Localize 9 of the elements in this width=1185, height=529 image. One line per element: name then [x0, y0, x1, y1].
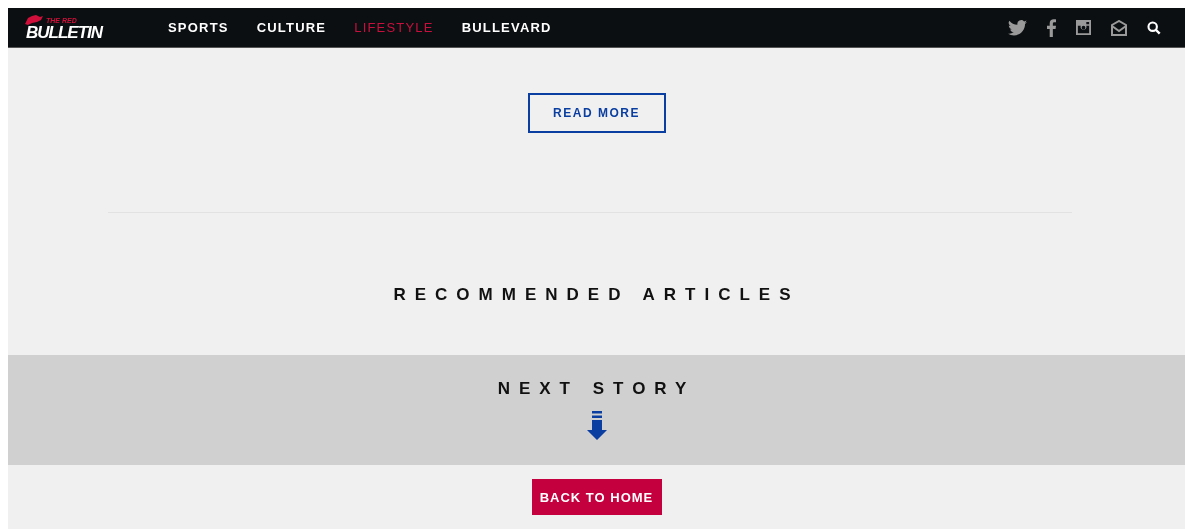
read-more-button[interactable]: READ MORE: [527, 93, 666, 133]
nav-link[interactable]: SPORTS: [168, 20, 229, 35]
nav-link[interactable]: CULTURE: [256, 20, 327, 35]
section-heading: RECOMMENDED ARTICLES: [392, 285, 801, 306]
nav-link[interactable]: BULLEVARD: [461, 20, 552, 35]
back-to-home-button[interactable]: BACK TO HOME: [531, 479, 662, 515]
next-story-label: NEXT STORY: [497, 379, 696, 399]
next-story-band[interactable]: NEXT STORY: [8, 355, 1185, 465]
logo-text: BULLETIN: [26, 23, 103, 41]
